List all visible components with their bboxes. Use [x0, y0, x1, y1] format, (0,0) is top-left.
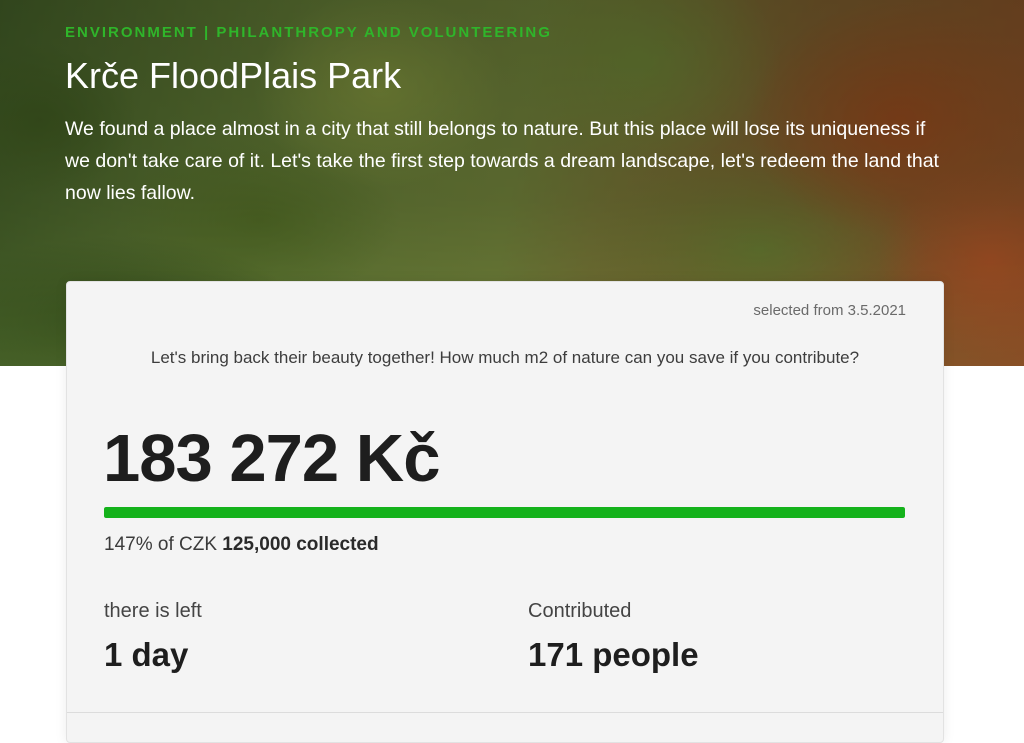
collected-amount: 183 272 Kč [103, 421, 440, 496]
contributors-value: 171 people [528, 636, 699, 673]
category-label[interactable]: ENVIRONMENT | PHILANTHROPY AND VOLUNTEER… [65, 24, 965, 41]
funding-progress-fill [104, 507, 905, 518]
project-description: We found a place almost in a city that s… [65, 118, 939, 204]
time-left-label: there is left [104, 600, 202, 622]
card-divider [67, 712, 943, 713]
selected-from-date: selected from 3.5.2021 [753, 302, 906, 319]
page-title: Krče FloodPlais Park [65, 55, 402, 96]
contributors-label: Contributed [528, 600, 632, 622]
progress-summary: 147% of CZK 125,000 collected [104, 534, 379, 556]
funding-card: selected from 3.5.2021 Let's bring back … [66, 281, 944, 743]
time-left-value: 1 day [104, 636, 189, 673]
progress-goal: 125,000 collected [222, 534, 379, 555]
progress-percent: 147% of CZK [104, 534, 223, 555]
hero-content: ENVIRONMENT | PHILANTHROPY AND VOLUNTEER… [65, 24, 965, 209]
contribution-question: Let's bring back their beauty together! … [150, 348, 860, 367]
funding-progress-bar [104, 507, 905, 518]
